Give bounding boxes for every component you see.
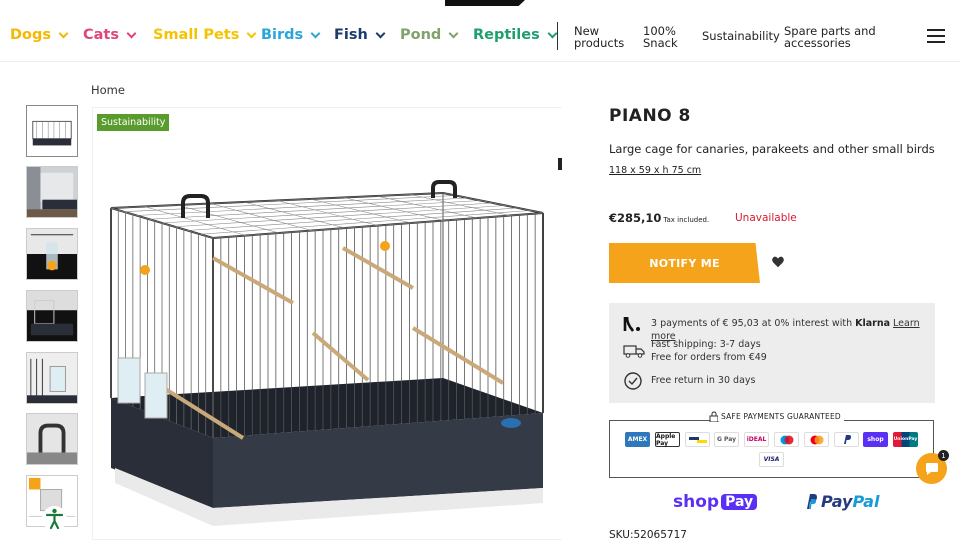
thumbnail-4[interactable] xyxy=(26,290,78,342)
payment-methods-box xyxy=(609,420,934,478)
nav-dogs-label: Dogs xyxy=(10,27,52,43)
chevron-down-icon xyxy=(448,28,459,38)
nav-divider xyxy=(557,22,558,50)
nav-snack-line2: Snack xyxy=(643,36,678,50)
shipping-title: Fast shipping: 3-7 days xyxy=(651,339,761,350)
paypal-pal-text: Pal xyxy=(852,492,880,511)
nav-pond-label: Pond xyxy=(400,27,442,43)
nav-pond[interactable]: Pond xyxy=(400,27,459,43)
hamburger-icon[interactable] xyxy=(927,29,945,43)
cage-image xyxy=(93,108,562,539)
maestro-icon xyxy=(774,432,799,447)
chevron-down-icon xyxy=(58,28,69,38)
chevron-down-icon xyxy=(547,28,558,38)
nav-fish-label: Fish xyxy=(334,27,368,43)
nav-small-pets-label: Small Pets xyxy=(153,27,240,43)
bancontact-mark xyxy=(688,436,707,443)
nav-dogs[interactable]: Dogs xyxy=(10,27,69,43)
tax-note: Tax included. xyxy=(663,216,710,224)
thumbnail-2[interactable] xyxy=(26,166,78,218)
sustainability-badge: Sustainability xyxy=(97,114,170,131)
nav-cats[interactable]: Cats xyxy=(83,27,137,43)
visa-icon: VISA xyxy=(759,452,784,467)
shop-pay-small-icon: shop xyxy=(863,432,888,447)
chevron-down-icon xyxy=(375,28,386,38)
product-dimensions[interactable]: 118 x 59 x h 75 cm xyxy=(609,165,701,176)
klarna-brand: Klarna xyxy=(855,318,891,329)
nav-spare-parts[interactable]: Spare parts and accessories xyxy=(784,25,876,49)
product-price: €285,10 Tax included. xyxy=(609,211,709,225)
nav-cats-label: Cats xyxy=(83,27,119,43)
return-icon xyxy=(624,372,642,390)
heart-icon[interactable] xyxy=(771,255,785,269)
truck-icon xyxy=(623,345,645,358)
thumbnail-1[interactable] xyxy=(26,105,78,157)
payment-shipping-info: 3 payments of € 95,03 at 0% interest wit… xyxy=(609,303,935,403)
chat-icon xyxy=(925,462,938,475)
breadcrumb[interactable]: Home xyxy=(91,83,125,97)
returns-row: Free return in 30 days xyxy=(651,375,756,386)
klarna-text: 3 payments of € 95,03 at 0% interest wit… xyxy=(651,318,853,329)
chevron-down-icon xyxy=(246,28,257,38)
paypal-pay-text: Pay xyxy=(821,492,853,511)
nav-birds-label: Birds xyxy=(261,27,304,43)
nav-birds[interactable]: Birds xyxy=(261,27,321,43)
product-sku: SKU:52065717 xyxy=(609,529,687,540)
nav-new-products[interactable]: New products xyxy=(574,25,624,49)
google-pay-icon: G Pay xyxy=(714,432,739,447)
nav-reptiles-label: Reptiles xyxy=(473,27,540,43)
nav-spare-line2: accessories xyxy=(784,36,851,50)
thumbnail-5[interactable] xyxy=(26,352,78,404)
top-navigation: Dogs Cats Small Pets Birds Fish Pond Rep… xyxy=(0,0,960,62)
mastercard-mark xyxy=(810,435,823,444)
paypal-icon xyxy=(807,494,817,509)
product-title: PIANO 8 xyxy=(609,106,691,126)
safe-payments-label: SAFE PAYMENTS GUARANTEED xyxy=(718,412,844,421)
ideal-icon: iDEAL xyxy=(744,432,769,447)
paypal-mark xyxy=(843,435,851,444)
cage-thumbnail-image xyxy=(27,106,77,156)
main-product-image[interactable] xyxy=(92,107,562,540)
nav-new-line2: products xyxy=(574,36,625,50)
paypal-small-icon xyxy=(834,432,859,447)
paypal-logo[interactable]: Pay Pal xyxy=(804,492,879,511)
chevron-down-icon xyxy=(310,28,321,38)
bancontact-icon xyxy=(685,432,710,447)
nav-fish[interactable]: Fish xyxy=(334,27,386,43)
thumbnail-3[interactable] xyxy=(26,228,78,280)
shipping-subtitle: Free for orders from €49 xyxy=(651,352,767,363)
product-subtitle: Large cage for canaries, parakeets and o… xyxy=(609,142,935,156)
feeder-thumbnail-image xyxy=(27,229,77,279)
logo-tab[interactable] xyxy=(445,0,525,6)
nav-sustainability[interactable]: Sustainability xyxy=(702,30,780,42)
unionpay-icon: UnionPay xyxy=(893,432,918,447)
notify-me-button[interactable]: NOTIFY ME xyxy=(609,243,760,283)
shop-pay-shop-text: shop xyxy=(673,492,720,512)
mastercard-icon xyxy=(804,432,829,447)
door-thumbnail-image xyxy=(27,353,77,403)
availability-status: Unavailable xyxy=(735,212,797,224)
shipping-row: Fast shipping: 3-7 days Free for orders f… xyxy=(651,338,767,364)
room-thumbnail-image xyxy=(27,167,77,217)
chat-notification-badge: 1 xyxy=(938,450,949,461)
klarna-icon xyxy=(623,316,640,332)
nav-small-pets[interactable]: Small Pets xyxy=(153,27,257,43)
chevron-down-icon xyxy=(126,28,137,38)
price-value: €285,10 xyxy=(609,211,662,225)
accessibility-icon[interactable] xyxy=(42,506,67,531)
handle-thumbnail-image xyxy=(27,414,77,464)
shop-pay-pay-text: Pay xyxy=(721,494,758,510)
apple-pay-icon: Apple Pay xyxy=(655,432,680,447)
amex-icon: AMEX xyxy=(625,432,650,447)
shop-pay-logo[interactable]: shop Pay xyxy=(673,492,758,512)
maestro-mark xyxy=(780,435,793,444)
thumbnail-6[interactable] xyxy=(26,413,78,465)
nav-snack[interactable]: 100% Snack xyxy=(643,25,678,49)
detail-thumbnail-image xyxy=(27,291,77,341)
nav-reptiles[interactable]: Reptiles xyxy=(473,27,558,43)
